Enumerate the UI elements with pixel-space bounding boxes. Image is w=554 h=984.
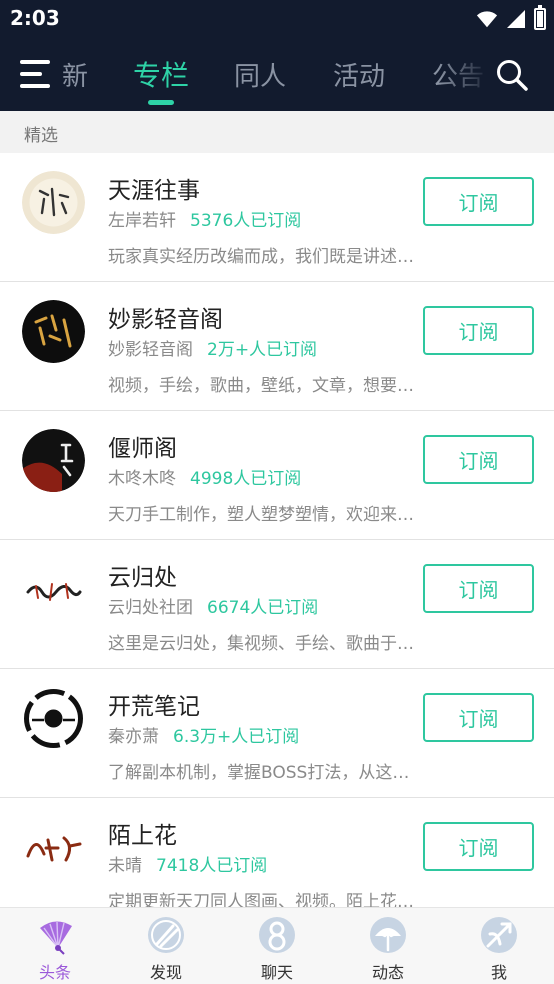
list-item[interactable]: 开荒笔记 秦亦萧 6.3万+人已订阅 了解副本机制，掌握BOSS打法，从这里开始开… (0, 669, 554, 798)
column-meta: 妙影轻音阁 2万+人已订阅 (108, 335, 317, 360)
subscriber-count: 6674人已订阅 (207, 598, 319, 618)
avatar (22, 687, 85, 750)
tab-columns[interactable]: 专栏 (133, 54, 189, 94)
column-meta: 未晴 7418人已订阅 (108, 851, 267, 876)
subscribe-button[interactable]: 订阅 (423, 306, 534, 355)
bottom-tab-headlines[interactable]: 头条 (0, 908, 110, 984)
active-tab-indicator (148, 100, 174, 105)
discover-icon (145, 914, 187, 956)
column-title: 开荒笔记 (108, 694, 200, 720)
column-description: 定期更新天刀同人图画、视频。陌上花开，可缓缓归矣 (108, 892, 418, 907)
bottom-tab-label: 发现 (149, 963, 182, 982)
column-description: 了解副本机制，掌握BOSS打法，从这里开始开荒之旅 (108, 763, 418, 783)
fan-icon (34, 914, 76, 956)
section-title: 精选 (24, 126, 58, 146)
status-bar: 2:03 (0, 0, 554, 38)
tab-fan-works[interactable]: 同人 (234, 56, 286, 93)
column-description: 这里是云归处，集视频、手绘、歌曲于一体的社团 (108, 634, 418, 654)
top-nav: 新 专栏 同人 活动 公告 (0, 38, 554, 111)
section-header: 精选 (0, 111, 554, 153)
column-author: 未晴 (108, 856, 142, 876)
subscribe-button[interactable]: 订阅 (423, 564, 534, 613)
avatar (22, 558, 85, 621)
tab-new[interactable]: 新 (62, 56, 88, 93)
bottom-tab-discover[interactable]: 发现 (111, 908, 221, 984)
feed-icon (367, 914, 409, 956)
column-meta: 云归处社团 6674人已订阅 (108, 593, 318, 618)
subscriber-count: 6.3万+人已订阅 (173, 727, 300, 747)
column-description: 视频，手绘，歌曲，壁纸，文章，想要的这里都有 (108, 376, 418, 396)
bottom-tab-feed[interactable]: 动态 (333, 908, 443, 984)
list-item[interactable]: 偃师阁 木咚木咚 4998人已订阅 天刀手工制作，塑人塑梦塑情，欢迎来到偃师阁 订… (0, 411, 554, 540)
column-description: 玩家真实经历改编而成，我们既是讲述者也是倾听者 (108, 247, 418, 267)
subscriber-count: 4998人已订阅 (190, 469, 302, 489)
column-author: 云归处社团 (108, 598, 193, 618)
bottom-nav: 头条 发现 聊天 动态 我 (0, 907, 554, 984)
column-author: 左岸若轩 (108, 211, 176, 231)
subscriber-count: 5376人已订阅 (190, 211, 302, 231)
subscribe-button[interactable]: 订阅 (423, 822, 534, 871)
column-meta: 左岸若轩 5376人已订阅 (108, 206, 301, 231)
profile-icon (478, 914, 520, 956)
subscribe-button[interactable]: 订阅 (423, 435, 534, 484)
battery-icon (534, 5, 546, 30)
column-title: 偃师阁 (108, 436, 177, 462)
list-item[interactable]: 云归处 云归处社团 6674人已订阅 这里是云归处，集视频、手绘、歌曲于一体的社团… (0, 540, 554, 669)
list-item[interactable]: 妙影轻音阁 妙影轻音阁 2万+人已订阅 视频，手绘，歌曲，壁纸，文章，想要的这里都… (0, 282, 554, 411)
column-title: 天涯往事 (108, 178, 200, 204)
column-title: 云归处 (108, 565, 177, 591)
bottom-tab-label: 聊天 (260, 963, 293, 982)
column-author: 木咚木咚 (108, 469, 176, 489)
bottom-tab-chat[interactable]: 聊天 (222, 908, 332, 984)
avatar (22, 816, 85, 879)
column-title: 陌上花 (108, 823, 177, 849)
search-icon[interactable] (495, 58, 529, 92)
avatar (22, 171, 85, 234)
list-item[interactable]: 陌上花 未晴7418人已订阅 定期更新天刀同人图画、视频。陌上花开，可缓缓归矣 … (0, 798, 554, 907)
column-meta: 木咚木咚 4998人已订阅 (108, 464, 301, 489)
bottom-tab-label: 头条 (38, 963, 71, 982)
column-author: 妙影轻音阁 (108, 340, 193, 360)
bottom-tab-me[interactable]: 我 (444, 908, 554, 984)
column-author: 秦亦萧 (108, 727, 159, 747)
chat-icon (256, 914, 298, 956)
bottom-tab-label: 我 (490, 963, 507, 982)
tab-events[interactable]: 活动 (333, 56, 385, 93)
avatar (22, 429, 85, 492)
subscribe-button[interactable]: 订阅 (423, 693, 534, 742)
subscriber-count: 2万+人已订阅 (207, 340, 318, 360)
column-meta: 秦亦萧 6.3万+人已订阅 (108, 722, 299, 747)
subscriber-count: 7418人已订阅 (156, 856, 268, 876)
avatar (22, 300, 85, 363)
column-list: 天涯往事 左岸若轩 5376人已订阅 玩家真实经历改编而成，我们既是讲述者也是倾听… (0, 153, 554, 907)
bottom-tab-label: 动态 (371, 963, 404, 982)
column-title: 妙影轻音阁 (108, 307, 223, 333)
column-description: 天刀手工制作，塑人塑梦塑情，欢迎来到偃师阁 (108, 505, 418, 525)
wifi-icon (476, 11, 498, 28)
menu-icon[interactable] (20, 60, 54, 88)
subscribe-button[interactable]: 订阅 (423, 177, 534, 226)
signal-icon (507, 10, 525, 28)
tab-fade (438, 38, 498, 111)
status-time: 2:03 (10, 6, 60, 30)
status-icons (476, 5, 546, 31)
list-item[interactable]: 天涯往事 左岸若轩 5376人已订阅 玩家真实经历改编而成，我们既是讲述者也是倾听… (0, 153, 554, 282)
